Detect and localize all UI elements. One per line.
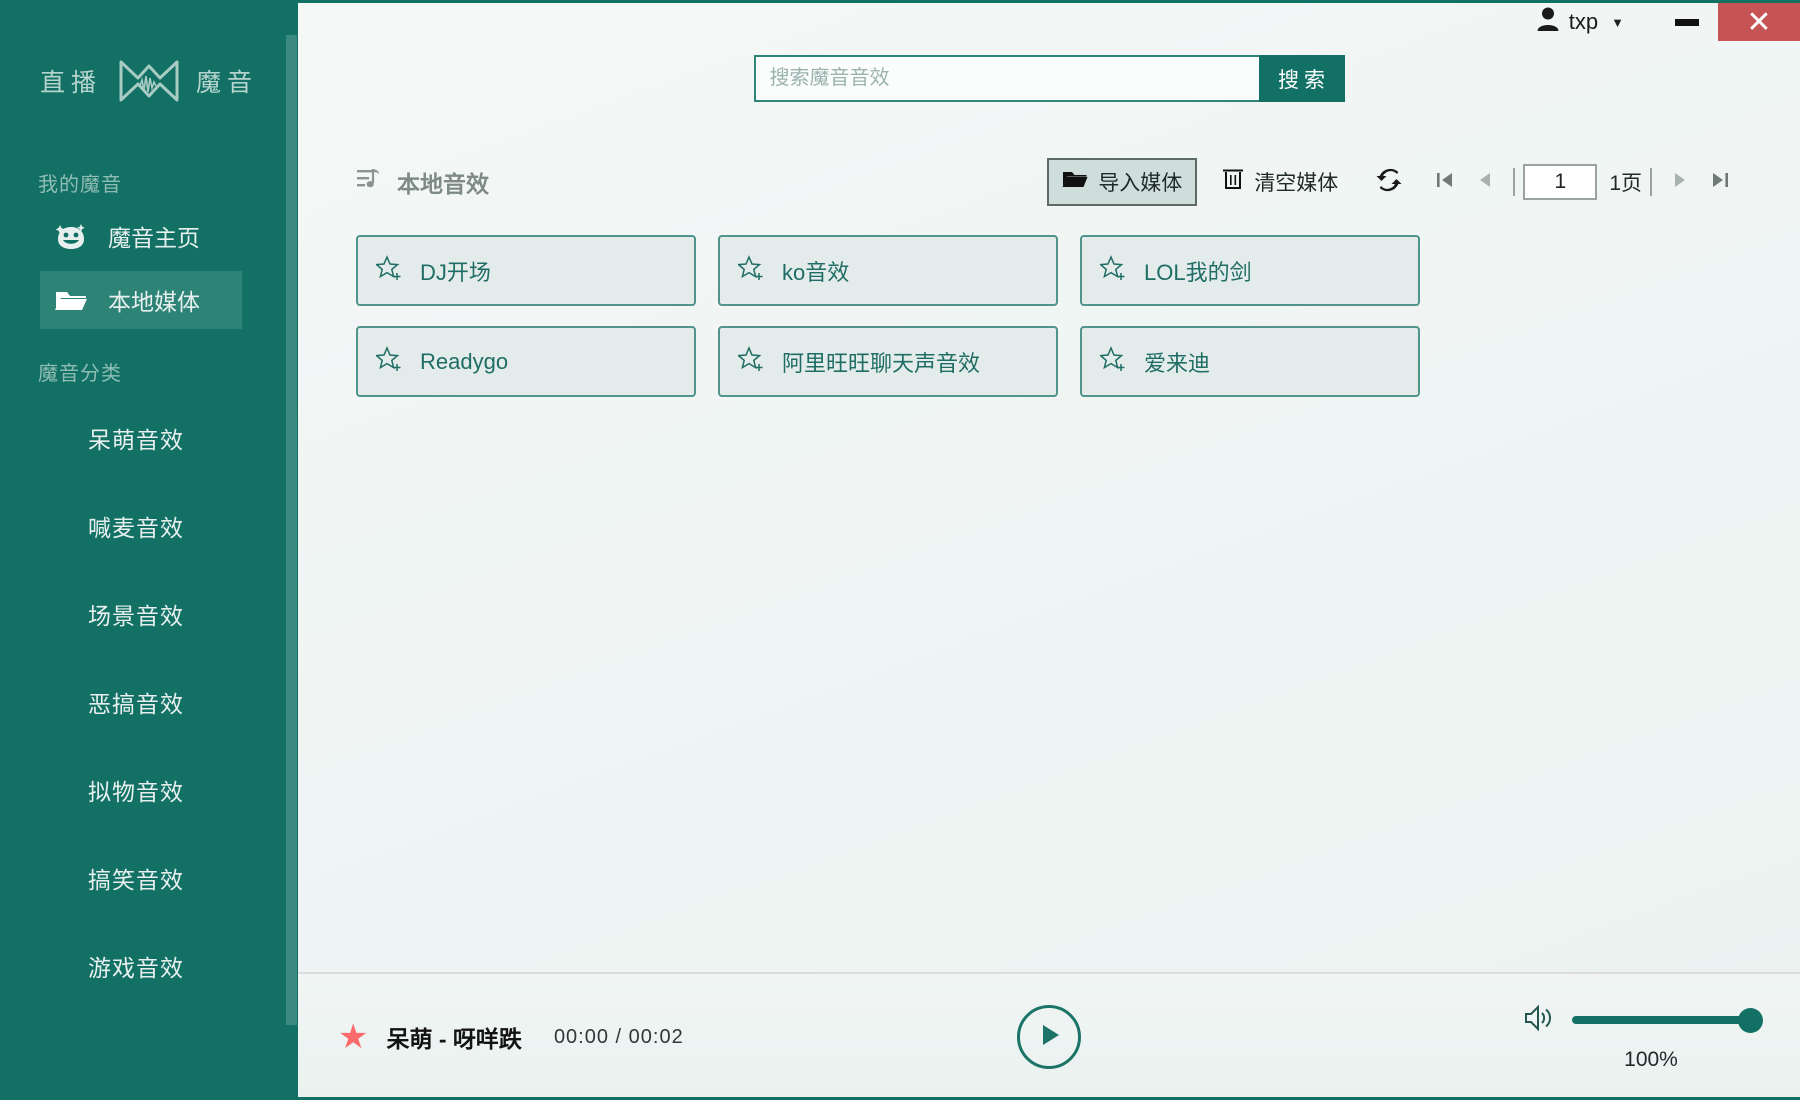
sound-card[interactable]: DJ开场 — [356, 235, 696, 306]
content-toolbar: 本地音效 导入媒体 清空媒体 1 1页 — [298, 158, 1800, 206]
sidebar-group-title-categories: 魔音分类 — [38, 363, 122, 385]
volume-percent-label: 100% — [1624, 1047, 1678, 1071]
sound-card-label: LOL我的剑 — [1144, 259, 1252, 285]
folder-open-icon — [1062, 169, 1088, 195]
sound-card-label: ko音效 — [782, 259, 850, 285]
volume-control: 100% — [1522, 1003, 1763, 1072]
sidebar-category-daimeng[interactable]: 呆萌音效 — [0, 394, 298, 482]
section-title-label: 本地音效 — [397, 171, 489, 197]
star-filled-icon[interactable]: ★ — [338, 1020, 368, 1054]
now-playing-title: 呆萌 - 呀咩跌 — [386, 1026, 522, 1052]
playlist-music-icon — [356, 166, 383, 198]
sound-card-label: 爱来迪 — [1144, 350, 1211, 376]
clown-face-icon — [54, 221, 88, 251]
chevron-down-icon: ▼ — [1611, 14, 1624, 30]
sound-card[interactable]: 阿里旺旺聊天声音效 — [718, 326, 1058, 397]
sound-card[interactable]: LOL我的剑 — [1080, 235, 1420, 306]
search-input[interactable] — [753, 55, 1259, 102]
volume-row — [1522, 1003, 1763, 1038]
sidebar-category-niwu[interactable]: 拟物音效 — [0, 746, 298, 834]
folder-icon — [54, 285, 88, 315]
star-plus-icon[interactable] — [1098, 254, 1128, 288]
user-menu[interactable]: txp ▼ — [1524, 3, 1636, 41]
brand-logo-area: 直播 魔音 — [0, 0, 298, 110]
import-media-label: 导入媒体 — [1098, 172, 1183, 195]
toolbar-actions: 导入媒体 清空媒体 1 1页 — [1047, 158, 1740, 206]
pagination: 1页 — [1369, 162, 1740, 202]
main-content: txp ▼ ✕ 搜索魔音音效 搜索 本地音效 导入媒体 清空媒体 1 1页 DJ… — [298, 0, 1800, 1100]
search-bar: 搜索 — [298, 55, 1800, 102]
minimize-icon — [1675, 18, 1699, 26]
speaker-icon[interactable] — [1522, 1003, 1554, 1038]
clear-media-button[interactable]: 清空媒体 — [1209, 160, 1351, 204]
pagination-divider-left — [1513, 168, 1516, 196]
now-playing: ★ 呆萌 - 呀咩跌 00:00 / 00:02 — [338, 1020, 684, 1054]
star-plus-icon[interactable] — [1098, 345, 1128, 379]
refresh-icon — [1376, 167, 1402, 198]
player-bar: ★ 呆萌 - 呀咩跌 00:00 / 00:02 100% — [298, 972, 1800, 1100]
import-media-button[interactable]: 导入媒体 — [1047, 158, 1198, 206]
brand-left-text: 直播 — [39, 69, 102, 97]
section-title: 本地音效 — [356, 165, 489, 199]
first-page-button[interactable] — [1425, 162, 1465, 202]
volume-slider-knob[interactable] — [1738, 1008, 1763, 1033]
sidebar: 直播 魔音 我的魔音 魔音主页 本地媒体 魔音分类 呆萌音效 喊麦音效 场景音效… — [0, 0, 298, 1100]
brand-right-text: 魔音 — [196, 69, 259, 97]
sound-card[interactable]: Readygo — [356, 326, 696, 397]
refresh-button[interactable] — [1369, 162, 1409, 202]
window-titlebar: txp ▼ ✕ — [298, 3, 1800, 41]
page-total-label: 1页 — [1609, 172, 1642, 195]
pagination-divider-right — [1650, 168, 1652, 196]
moyin-logo-icon — [118, 58, 180, 104]
sidebar-category-egao[interactable]: 恶搞音效 — [0, 658, 298, 746]
sidebar-item-label: 本地媒体 — [108, 289, 200, 315]
last-page-button[interactable] — [1700, 162, 1740, 202]
star-plus-icon[interactable] — [736, 345, 766, 379]
minimize-button[interactable] — [1656, 3, 1718, 41]
sound-card-label: Readygo — [420, 348, 509, 374]
close-icon: ✕ — [1746, 5, 1772, 39]
sidebar-scrollbar-thumb[interactable] — [286, 35, 297, 1025]
person-icon — [1536, 6, 1560, 38]
star-plus-icon[interactable] — [736, 254, 766, 288]
sidebar-group-title-my: 我的魔音 — [38, 174, 122, 196]
user-name: txp — [1568, 9, 1599, 34]
now-playing-time: 00:00 / 00:02 — [553, 1025, 684, 1048]
sidebar-category-youxi[interactable]: 游戏音效 — [0, 922, 298, 1010]
prev-page-button[interactable] — [1465, 162, 1505, 202]
sidebar-item-moyin-home[interactable]: 魔音主页 — [40, 207, 242, 265]
app-window: 直播 魔音 我的魔音 魔音主页 本地媒体 魔音分类 呆萌音效 喊麦音效 场景音效… — [0, 0, 1800, 1100]
page-number-input[interactable] — [1523, 164, 1598, 200]
play-icon — [1034, 1020, 1064, 1055]
prev-page-icon — [1474, 169, 1496, 196]
next-page-icon — [1669, 169, 1691, 196]
trash-icon — [1222, 167, 1244, 197]
sound-card[interactable]: ko音效 — [718, 235, 1058, 306]
volume-slider[interactable] — [1572, 1008, 1763, 1033]
sidebar-item-local-media[interactable]: 本地媒体 — [40, 271, 242, 329]
sidebar-scrollbar[interactable] — [286, 0, 298, 1100]
sound-card-grid: DJ开场 ko音效 LOL我的剑 Readygo 阿里旺旺聊天声音效 爱来迪 — [298, 235, 1800, 1100]
last-page-icon — [1709, 169, 1731, 196]
next-page-button[interactable] — [1660, 162, 1700, 202]
search-button[interactable]: 搜索 — [1258, 55, 1345, 102]
play-button[interactable] — [1017, 1005, 1081, 1069]
clear-media-label: 清空媒体 — [1254, 172, 1339, 195]
star-plus-icon[interactable] — [374, 345, 404, 379]
first-page-icon — [1434, 169, 1456, 196]
sidebar-item-label: 魔音主页 — [108, 225, 200, 251]
sound-card-label: DJ开场 — [420, 259, 491, 285]
sound-card-label: 阿里旺旺聊天声音效 — [782, 350, 981, 376]
close-button[interactable]: ✕ — [1718, 3, 1800, 41]
sidebar-category-hanmai[interactable]: 喊麦音效 — [0, 482, 298, 570]
star-plus-icon[interactable] — [374, 254, 404, 288]
sound-card[interactable]: 爱来迪 — [1080, 326, 1420, 397]
sidebar-category-gaoxiao[interactable]: 搞笑音效 — [0, 834, 298, 922]
sidebar-category-changjing[interactable]: 场景音效 — [0, 570, 298, 658]
